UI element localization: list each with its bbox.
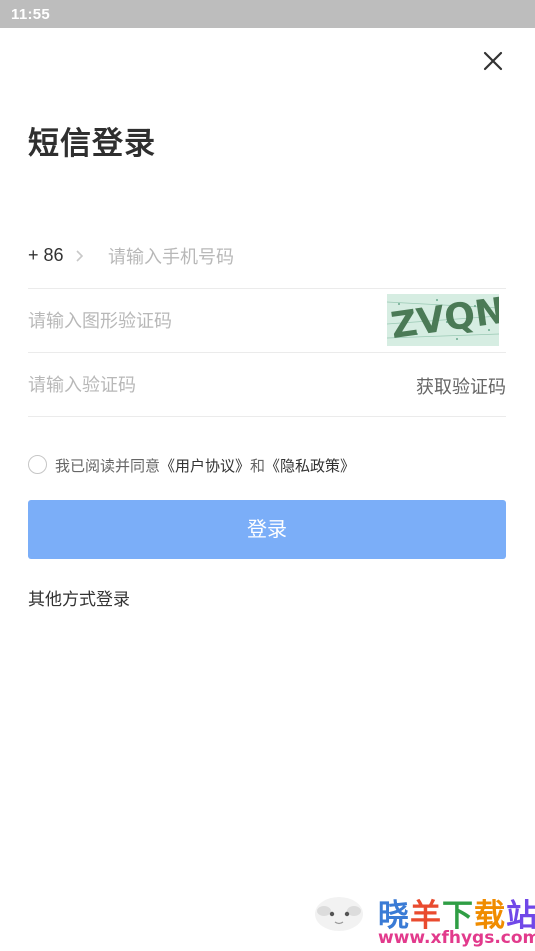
status-bar: 11:55 <box>0 0 535 28</box>
status-time: 11:55 <box>11 6 51 23</box>
captcha-input[interactable] <box>28 303 368 339</box>
chevron-right-icon[interactable] <box>74 248 86 264</box>
sms-code-input[interactable] <box>28 367 368 403</box>
sheep-logo-icon <box>315 897 363 931</box>
privacy-policy-link[interactable]: 《隐私政策》 <box>265 457 355 475</box>
phone-row: + 86 <box>28 225 506 289</box>
close-icon <box>483 51 503 71</box>
other-login-link[interactable]: 其他方式登录 <box>28 585 130 610</box>
watermark: 晓羊下载站 www.xfhygs.com <box>306 880 535 951</box>
user-agreement-link[interactable]: 《用户协议》 <box>160 457 250 475</box>
agreement-text: 我已阅读并同意《用户协议》和《隐私政策》 <box>55 455 355 476</box>
captcha-image[interactable]: ZVQN <box>387 294 499 346</box>
get-code-button[interactable]: 获取验证码 <box>416 373 506 399</box>
agreement-prefix: 我已阅读并同意 <box>55 457 161 475</box>
watermark-url: www.xfhygs.com <box>378 928 535 948</box>
phone-input[interactable] <box>108 239 488 275</box>
login-button[interactable]: 登录 <box>28 500 506 559</box>
agreement-joiner: 和 <box>250 457 266 475</box>
country-code-selector[interactable]: + 86 <box>28 245 64 266</box>
close-button[interactable] <box>478 46 508 76</box>
code-row: 获取验证码 <box>28 353 506 417</box>
captcha-row: ZVQN <box>28 289 506 353</box>
page-title: 短信登录 <box>28 126 156 162</box>
agreement-checkbox[interactable] <box>28 455 47 474</box>
